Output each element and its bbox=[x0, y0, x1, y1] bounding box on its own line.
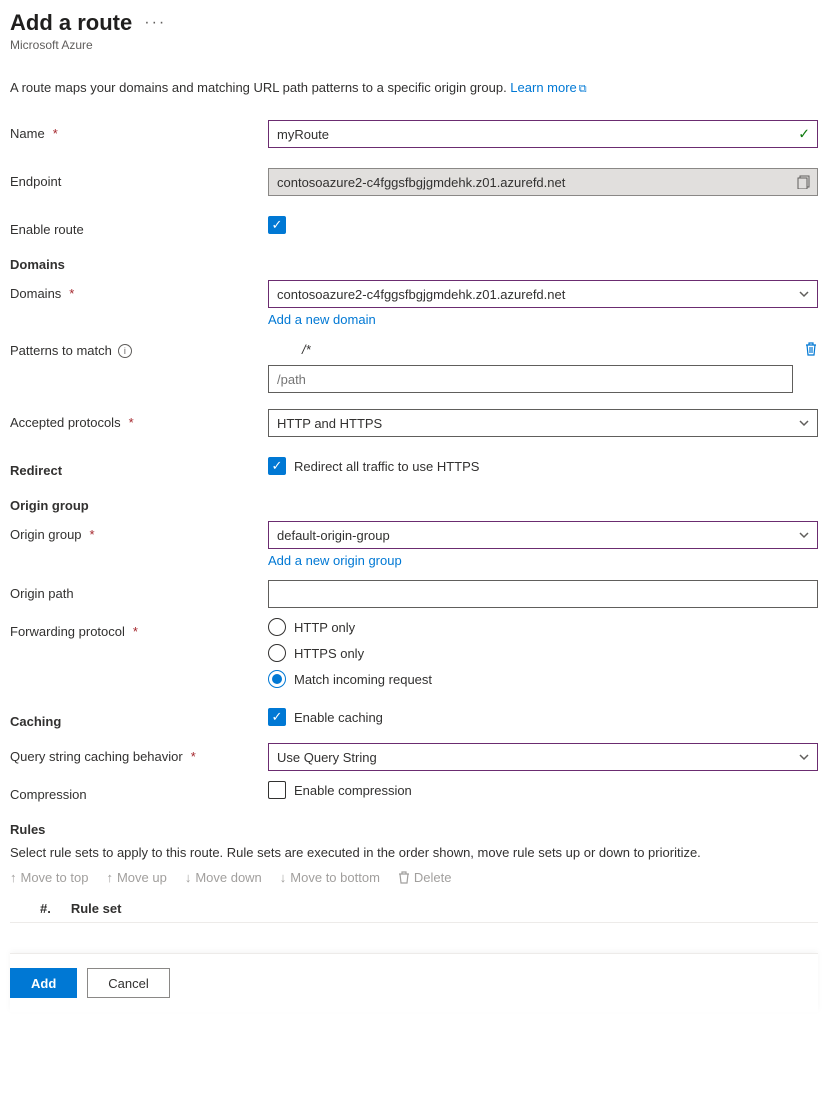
redirect-label: Redirect all traffic to use HTTPS bbox=[294, 459, 479, 474]
protocols-label: Accepted protocols* bbox=[10, 409, 268, 430]
enable-route-checkbox[interactable]: ✓ bbox=[268, 216, 286, 234]
add-origin-link[interactable]: Add a new origin group bbox=[268, 553, 402, 568]
valid-check-icon: ✓ bbox=[798, 126, 810, 143]
rules-heading: Rules bbox=[10, 822, 818, 837]
fwd-match-radio[interactable]: Match incoming request bbox=[268, 670, 818, 688]
origin-path-input[interactable] bbox=[268, 580, 818, 608]
move-up-button[interactable]: ↑Move up bbox=[106, 870, 166, 885]
external-link-icon: ⧉ bbox=[579, 83, 587, 95]
pattern-input[interactable] bbox=[268, 365, 793, 393]
origin-group-select[interactable] bbox=[268, 521, 818, 549]
copy-icon[interactable] bbox=[797, 175, 811, 189]
patterns-label: Patterns to match i bbox=[10, 337, 268, 358]
name-label: Name* bbox=[10, 120, 268, 141]
page-subtitle: Microsoft Azure bbox=[10, 38, 818, 52]
cancel-button[interactable]: Cancel bbox=[87, 968, 169, 998]
fwd-protocol-label: Forwarding protocol* bbox=[10, 618, 268, 639]
name-input[interactable] bbox=[268, 120, 818, 148]
arrow-down-icon: ↓ bbox=[185, 870, 192, 885]
rules-desc: Select rule sets to apply to this route.… bbox=[10, 845, 818, 860]
col-number: #. bbox=[40, 901, 51, 916]
domains-label: Domains* bbox=[10, 280, 268, 301]
fwd-https-radio[interactable]: HTTPS only bbox=[268, 644, 818, 662]
move-down-button[interactable]: ↓Move down bbox=[185, 870, 262, 885]
arrow-down-bar-icon: ↓ bbox=[280, 870, 287, 885]
enable-route-label: Enable route bbox=[10, 216, 268, 237]
enable-caching-checkbox[interactable]: ✓ bbox=[268, 708, 286, 726]
more-icon[interactable]: ··· bbox=[144, 14, 166, 32]
pattern-value: /* bbox=[302, 342, 311, 357]
trash-icon bbox=[398, 871, 410, 885]
delete-rule-button[interactable]: Delete bbox=[398, 870, 452, 885]
origin-heading: Origin group bbox=[10, 498, 818, 513]
move-bottom-button[interactable]: ↓Move to bottom bbox=[280, 870, 380, 885]
qs-caching-label: Query string caching behavior* bbox=[10, 743, 268, 764]
arrow-up-icon: ↑ bbox=[106, 870, 113, 885]
origin-group-label: Origin group* bbox=[10, 521, 268, 542]
learn-more-link[interactable]: Learn more⧉ bbox=[510, 80, 586, 95]
protocols-select[interactable] bbox=[268, 409, 818, 437]
col-ruleset: Rule set bbox=[71, 901, 122, 916]
origin-path-label: Origin path bbox=[10, 580, 268, 601]
move-top-button[interactable]: ↑Move to top bbox=[10, 870, 88, 885]
add-domain-link[interactable]: Add a new domain bbox=[268, 312, 376, 327]
compression-checkbox[interactable] bbox=[268, 781, 286, 799]
domains-select[interactable] bbox=[268, 280, 818, 308]
compression-label: Compression bbox=[10, 781, 268, 802]
intro-text: A route maps your domains and matching U… bbox=[10, 80, 818, 96]
info-icon[interactable]: i bbox=[118, 344, 132, 358]
rules-table-header: #. Rule set bbox=[10, 895, 818, 923]
redirect-heading: Redirect bbox=[10, 457, 268, 478]
intro-body: A route maps your domains and matching U… bbox=[10, 80, 510, 95]
compression-cb-label: Enable compression bbox=[294, 783, 412, 798]
arrow-up-bar-icon: ↑ bbox=[10, 870, 17, 885]
fwd-http-radio[interactable]: HTTP only bbox=[268, 618, 818, 636]
qs-caching-select[interactable] bbox=[268, 743, 818, 771]
endpoint-value: contosoazure2-c4fggsfbgjgmdehk.z01.azure… bbox=[268, 168, 818, 196]
page-title: Add a route bbox=[10, 10, 132, 36]
caching-heading: Caching bbox=[10, 708, 268, 729]
enable-caching-label: Enable caching bbox=[294, 710, 383, 725]
endpoint-label: Endpoint bbox=[10, 168, 268, 189]
redirect-checkbox[interactable]: ✓ bbox=[268, 457, 286, 475]
domains-heading: Domains bbox=[10, 257, 818, 272]
rules-toolbar: ↑Move to top ↑Move up ↓Move down ↓Move t… bbox=[10, 870, 818, 885]
delete-pattern-icon[interactable] bbox=[804, 341, 818, 357]
add-button[interactable]: Add bbox=[10, 968, 77, 998]
